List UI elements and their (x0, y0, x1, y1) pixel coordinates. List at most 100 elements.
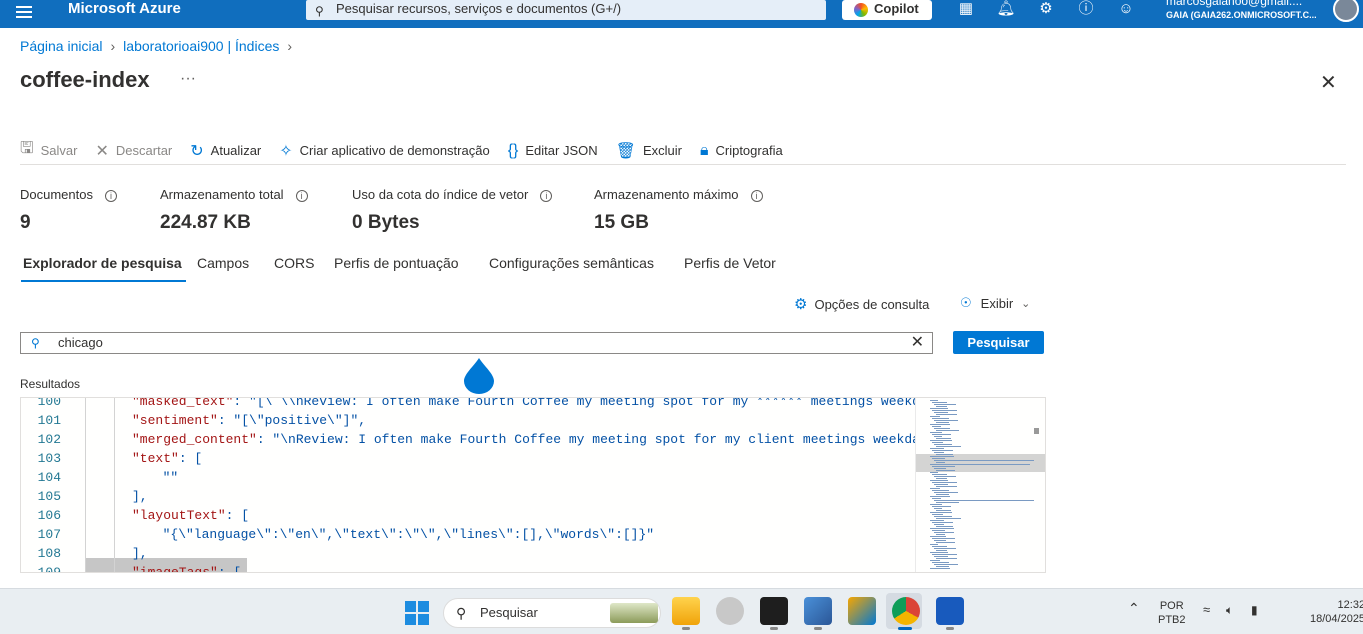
line-number: 100 (37, 397, 61, 409)
code-text: "text": [ (132, 449, 202, 468)
json-key: "merged_content" (132, 432, 257, 447)
stat-label: Documentos (20, 187, 93, 202)
minimap-line (936, 542, 955, 543)
bell-icon[interactable]: 🔔︎ (995, 0, 1017, 20)
word-icon[interactable] (936, 597, 964, 625)
close-icon: ✕ (95, 142, 109, 160)
chrome-icon[interactable] (892, 597, 920, 625)
copilot-button[interactable]: Copilot (842, 0, 932, 20)
tab-cors[interactable]: CORS (274, 255, 314, 271)
info-icon[interactable]: i (750, 190, 763, 202)
minimap-line (936, 486, 957, 487)
minimap-line (934, 444, 952, 445)
encryption-button[interactable]: 🔒︎ Criptografia (700, 137, 783, 164)
minimap-line (930, 544, 938, 545)
clear-icon[interactable]: ✕ (911, 333, 924, 353)
search-input-value: chicago (58, 335, 103, 350)
menu-icon[interactable] (16, 6, 32, 20)
minimap[interactable] (915, 398, 1045, 572)
avatar[interactable] (1333, 0, 1359, 22)
refresh-button[interactable]: ↻ Atualizar (190, 137, 261, 164)
minimap-line (934, 412, 948, 413)
windows-start-icon[interactable] (405, 601, 429, 625)
wifi-icon[interactable]: ≈ (1203, 603, 1210, 617)
code-text: "imageTags": [ (132, 563, 241, 572)
minimap-line (934, 436, 942, 437)
minimap-line (936, 446, 961, 447)
info-icon[interactable]: i (104, 190, 117, 202)
speaker-icon[interactable]: 🔈︎ (1226, 603, 1233, 617)
vertical-scrollbar[interactable] (1032, 398, 1045, 572)
json-key: "text" (132, 451, 179, 466)
breadcrumb-home[interactable]: Página inicial (20, 38, 103, 54)
query-options-button[interactable]: ⚙ Opções de consulta (794, 295, 929, 313)
edit-json-button[interactable]: {} Editar JSON (508, 137, 598, 164)
cloud-shell-icon[interactable]: ▦ (955, 0, 977, 20)
stat-value: 9 (20, 212, 31, 233)
terminal-icon[interactable] (760, 597, 788, 625)
minimap-line (930, 536, 946, 537)
minimap-line (930, 488, 940, 489)
minimap-line (932, 506, 951, 507)
refresh-icon: ↻ (190, 142, 204, 160)
clock[interactable]: 12:32 18/04/2025 (1310, 598, 1363, 626)
battery-icon[interactable]: ▮ (1251, 603, 1258, 617)
minimap-line (932, 530, 945, 531)
code-line: 103 "text": [ (21, 449, 915, 468)
edit-json-label: Editar JSON (525, 143, 598, 158)
discard-button[interactable]: ✕ Descartar (96, 137, 173, 164)
minimap-line (930, 528, 954, 529)
breadcrumb-service[interactable]: laboratorioai900 | Índices (123, 38, 279, 54)
minimap-line (934, 484, 948, 485)
search-button[interactable]: Pesquisar (953, 331, 1044, 354)
search-icon: ⚲ (315, 4, 324, 18)
chevron-up-icon[interactable]: ⌃ (1128, 601, 1140, 615)
more-options-button[interactable]: ··· (180, 70, 196, 88)
taskbar-search[interactable]: ⚲ Pesquisar (443, 598, 661, 628)
brand-title[interactable]: Microsoft Azure (68, 0, 181, 18)
query-options-label: Opções de consulta (814, 296, 930, 312)
tab-vector-profiles[interactable]: Perfis de Vetor (684, 255, 776, 271)
minimap-line (934, 532, 954, 533)
active-indicator (898, 627, 912, 630)
help-icon[interactable]: ⓘ (1075, 0, 1097, 20)
view-dropdown[interactable]: ☉ Exibir ⌄ (960, 295, 1030, 311)
chevron-right-icon: › (287, 38, 293, 54)
info-icon[interactable]: i (295, 190, 308, 202)
tab-search-explorer[interactable]: Explorador de pesquisa (21, 255, 186, 282)
minimap-line (934, 564, 958, 565)
network-app-icon[interactable] (804, 597, 832, 625)
minimap-line (936, 566, 949, 567)
results-editor[interactable]: 100 "masked_text": "[\ \\nReview: I often… (20, 397, 1046, 573)
tab-scoring-profiles[interactable]: Perfis de pontuação (334, 255, 459, 271)
file-explorer-icon[interactable] (672, 597, 700, 625)
remote-app-icon[interactable] (848, 597, 876, 625)
search-icon: ⚲ (31, 336, 40, 350)
create-demo-app-button[interactable]: ✧ Criar aplicativo de demonstração (279, 137, 489, 164)
refresh-label: Atualizar (210, 143, 262, 158)
minimap-line (930, 472, 938, 473)
stat-max-storage: Armazenamento máximo i 15 GB (594, 186, 763, 234)
tab-fields[interactable]: Campos (197, 255, 249, 271)
search-input[interactable]: ⚲ chicago ✕ (20, 332, 933, 354)
language-indicator[interactable]: POR PTB2 (1158, 599, 1186, 627)
info-icon[interactable]: i (540, 190, 553, 202)
gear-icon[interactable]: ⚙ (1035, 0, 1057, 20)
save-button[interactable]: 🖫︎ Salvar (20, 137, 78, 164)
scrollbar-thumb[interactable] (1034, 428, 1039, 434)
minimap-line (932, 482, 957, 483)
stat-value: 224.87 KB (160, 212, 251, 233)
minimap-line (934, 476, 956, 477)
feedback-icon[interactable]: ☺ (1115, 0, 1137, 20)
breadcrumb: Página inicial › laboratorioai900 | Índice… (20, 38, 300, 54)
close-icon[interactable]: ✕ (1320, 70, 1337, 95)
minimap-line (930, 496, 950, 497)
delete-button[interactable]: 🗑︎ Excluir (616, 137, 682, 164)
tab-semantic-configs[interactable]: Configurações semânticas (489, 255, 654, 271)
minimap-line (930, 552, 948, 553)
json-value: ], (132, 489, 148, 504)
app-icon[interactable] (716, 597, 744, 625)
user-account[interactable]: marcosgalanoo@gmail.... GAIA (GAIA262.ON… (1166, 0, 1317, 22)
global-search-input[interactable]: ⚲ Pesquisar recursos, serviços e documen… (306, 0, 826, 20)
global-search-placeholder: Pesquisar recursos, serviços e documento… (336, 1, 622, 16)
